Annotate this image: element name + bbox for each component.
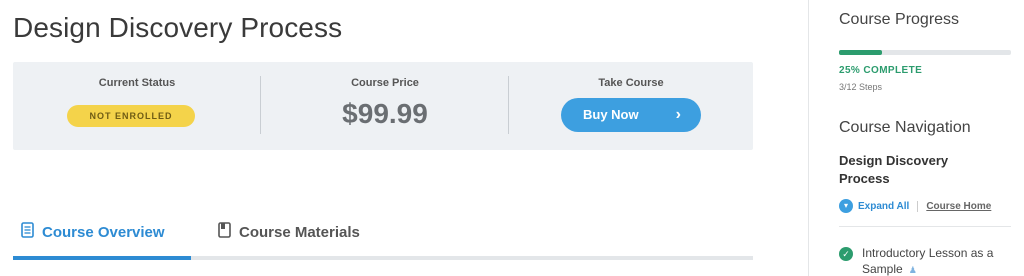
progress-bar: [839, 50, 1011, 55]
notebook-icon: [218, 221, 231, 243]
course-progress-heading: Course Progress: [839, 11, 960, 28]
status-badge: NOT ENROLLED: [67, 105, 195, 127]
expand-chevron-icon[interactable]: ▾: [839, 199, 853, 213]
main-content: Design Discovery Process Current Status …: [0, 0, 808, 276]
course-price-value: $99.99: [342, 98, 428, 129]
course-sidebar: Course Progress 25% COMPLETE 3/12 Steps …: [808, 0, 1024, 276]
course-price-label: Course Price: [351, 77, 419, 89]
course-home-link[interactable]: Course Home: [926, 201, 991, 212]
nav-course-title[interactable]: Design Discovery Process: [839, 152, 999, 188]
buy-now-button[interactable]: Buy Now ›: [561, 98, 701, 132]
lesson-item[interactable]: ✓ Introductory Lesson as a Sample ♟: [839, 245, 1019, 276]
take-course-column: Take Course Buy Now ›: [509, 62, 753, 150]
course-tabs: Course Overview Course Materials: [13, 210, 753, 262]
nav-links: ▾ Expand All Course Home: [839, 198, 991, 214]
check-circle-icon: ✓: [839, 247, 853, 261]
course-navigation-heading: Course Navigation: [839, 119, 971, 136]
progress-percent: 25% COMPLETE: [839, 65, 923, 76]
buy-now-label: Buy Now: [583, 107, 639, 122]
tab-course-materials-label: Course Materials: [239, 223, 360, 241]
take-course-label: Take Course: [598, 77, 664, 89]
document-icon: [21, 221, 34, 243]
tab-course-materials[interactable]: Course Materials: [218, 210, 360, 254]
current-status-label: Current Status: [98, 77, 176, 89]
link-separator: [917, 200, 919, 212]
chevron-right-icon: ›: [675, 106, 681, 123]
lesson-title: Introductory Lesson as a Sample ♟: [862, 246, 994, 276]
course-price-column: Course Price $99.99: [261, 62, 509, 150]
progress-bar-fill: [839, 50, 882, 55]
expand-all-link[interactable]: Expand All: [858, 201, 909, 212]
sidebar-divider: [839, 226, 1011, 227]
current-status-column: Current Status NOT ENROLLED: [13, 62, 261, 150]
active-tab-indicator: [13, 256, 191, 260]
sample-lesson-icon: ♟: [908, 265, 917, 275]
page-title: Design Discovery Process: [13, 12, 343, 43]
course-status-card: Current Status NOT ENROLLED Course Price…: [13, 62, 753, 150]
tab-course-overview[interactable]: Course Overview: [21, 210, 165, 254]
progress-steps: 3/12 Steps: [839, 82, 883, 92]
tab-course-overview-label: Course Overview: [42, 223, 165, 241]
